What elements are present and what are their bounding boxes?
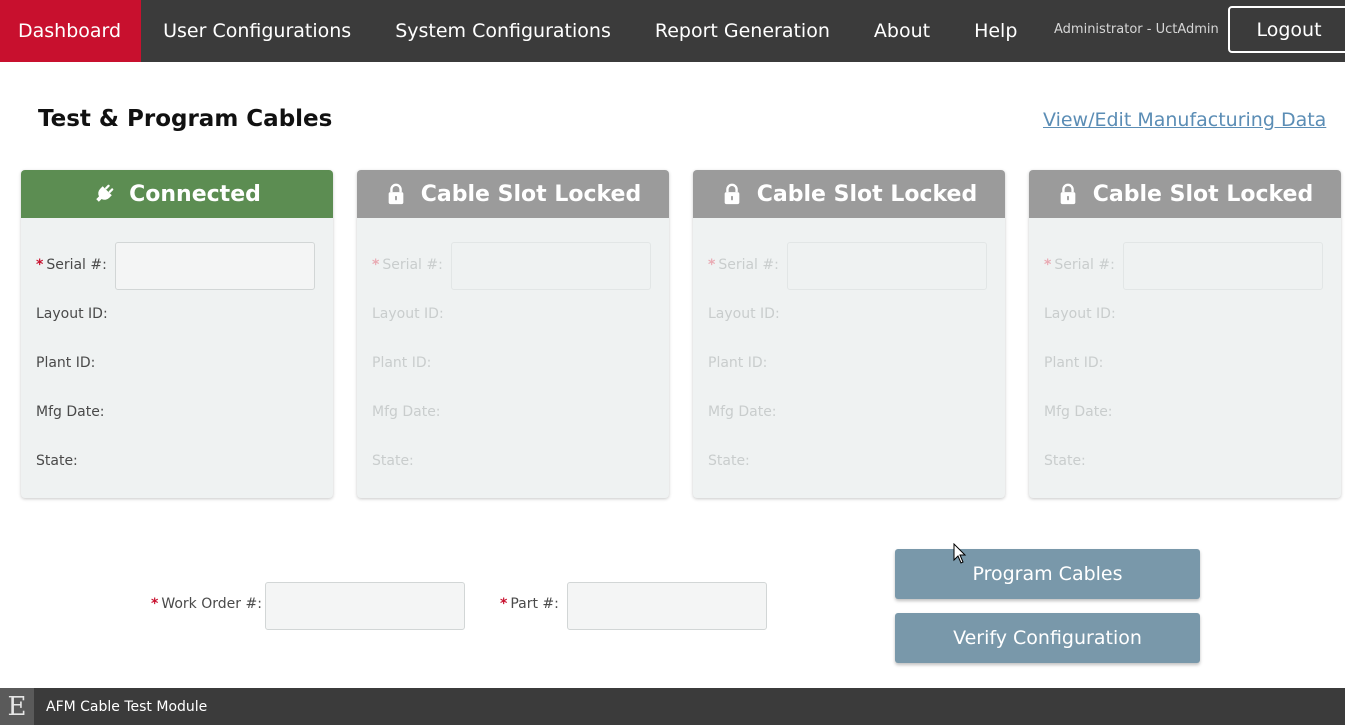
serial-label: * Serial #: [36, 257, 107, 273]
plant-id-label: Plant ID: [1044, 355, 1104, 371]
required-mark: * [708, 257, 716, 273]
required-mark: * [500, 596, 508, 612]
app-logo-icon: E [0, 688, 34, 725]
card-status-label: Cable Slot Locked [1092, 181, 1314, 207]
cable-slot-card-1: Connected * Serial #: Layout ID: Plant ID… [21, 170, 333, 498]
required-mark: * [1044, 257, 1052, 273]
work-order-label: * Work Order #: [151, 596, 262, 612]
serial-input [451, 242, 651, 290]
layout-id-label: Layout ID: [372, 306, 444, 322]
nav-system-configurations[interactable]: System Configurations [373, 0, 633, 62]
layout-id-label: Layout ID: [1044, 306, 1116, 322]
mouse-cursor-icon [953, 543, 967, 564]
program-cables-button[interactable]: Program Cables [895, 549, 1200, 599]
nav-dashboard[interactable]: Dashboard [0, 0, 142, 62]
serial-label: * Serial #: [708, 257, 779, 273]
app-name: AFM Cable Test Module [46, 698, 208, 715]
lock-icon [388, 183, 404, 205]
plant-id-label: Plant ID: [372, 355, 432, 371]
plant-id-label: Plant ID: [36, 355, 96, 371]
status-bar: E AFM Cable Test Module [0, 688, 1345, 725]
work-order-input[interactable] [265, 582, 465, 630]
nav-help[interactable]: Help [952, 0, 1039, 62]
cable-slot-card-2: Cable Slot Locked * Serial #: Layout ID: … [357, 170, 669, 498]
state-label: State: [36, 453, 78, 469]
card-status-label: Cable Slot Locked [756, 181, 978, 207]
card-header-locked: Cable Slot Locked [1029, 170, 1341, 218]
part-number-input[interactable] [567, 582, 767, 630]
plug-icon [96, 184, 114, 202]
view-edit-manufacturing-data-link[interactable]: View/Edit Manufacturing Data [1043, 109, 1326, 131]
nav-user-configurations[interactable]: User Configurations [141, 0, 373, 62]
card-header-locked: Cable Slot Locked [693, 170, 1005, 218]
nav-about[interactable]: About [852, 0, 952, 62]
verify-configuration-button[interactable]: Verify Configuration [895, 613, 1200, 663]
required-mark: * [36, 257, 44, 273]
state-label: State: [372, 453, 414, 469]
serial-label: * Serial #: [1044, 257, 1115, 273]
card-header-locked: Cable Slot Locked [357, 170, 669, 218]
serial-label: * Serial #: [372, 257, 443, 273]
card-status-label: Connected [129, 181, 261, 207]
plant-id-label: Plant ID: [708, 355, 768, 371]
current-user: Administrator - UctAdmin [1054, 21, 1219, 37]
mfg-date-label: Mfg Date: [708, 404, 777, 420]
nav-report-generation[interactable]: Report Generation [633, 0, 852, 62]
layout-id-label: Layout ID: [708, 306, 780, 322]
layout-id-label: Layout ID: [36, 306, 108, 322]
state-label: State: [1044, 453, 1086, 469]
page-title: Test & Program Cables [38, 106, 333, 132]
state-label: State: [708, 453, 750, 469]
mfg-date-label: Mfg Date: [1044, 404, 1113, 420]
serial-input [787, 242, 987, 290]
serial-input[interactable] [115, 242, 315, 290]
part-number-label: * Part #: [500, 596, 559, 612]
lock-icon [724, 183, 740, 205]
card-header-connected: Connected [21, 170, 333, 218]
logout-button[interactable]: Logout [1228, 6, 1345, 53]
required-mark: * [151, 596, 159, 612]
cable-slot-card-3: Cable Slot Locked * Serial #: Layout ID: … [693, 170, 1005, 498]
mfg-date-label: Mfg Date: [372, 404, 441, 420]
lock-icon [1060, 183, 1076, 205]
serial-input [1123, 242, 1323, 290]
card-status-label: Cable Slot Locked [420, 181, 642, 207]
required-mark: * [372, 257, 380, 273]
cable-slot-card-4: Cable Slot Locked * Serial #: Layout ID: … [1029, 170, 1341, 498]
mfg-date-label: Mfg Date: [36, 404, 105, 420]
